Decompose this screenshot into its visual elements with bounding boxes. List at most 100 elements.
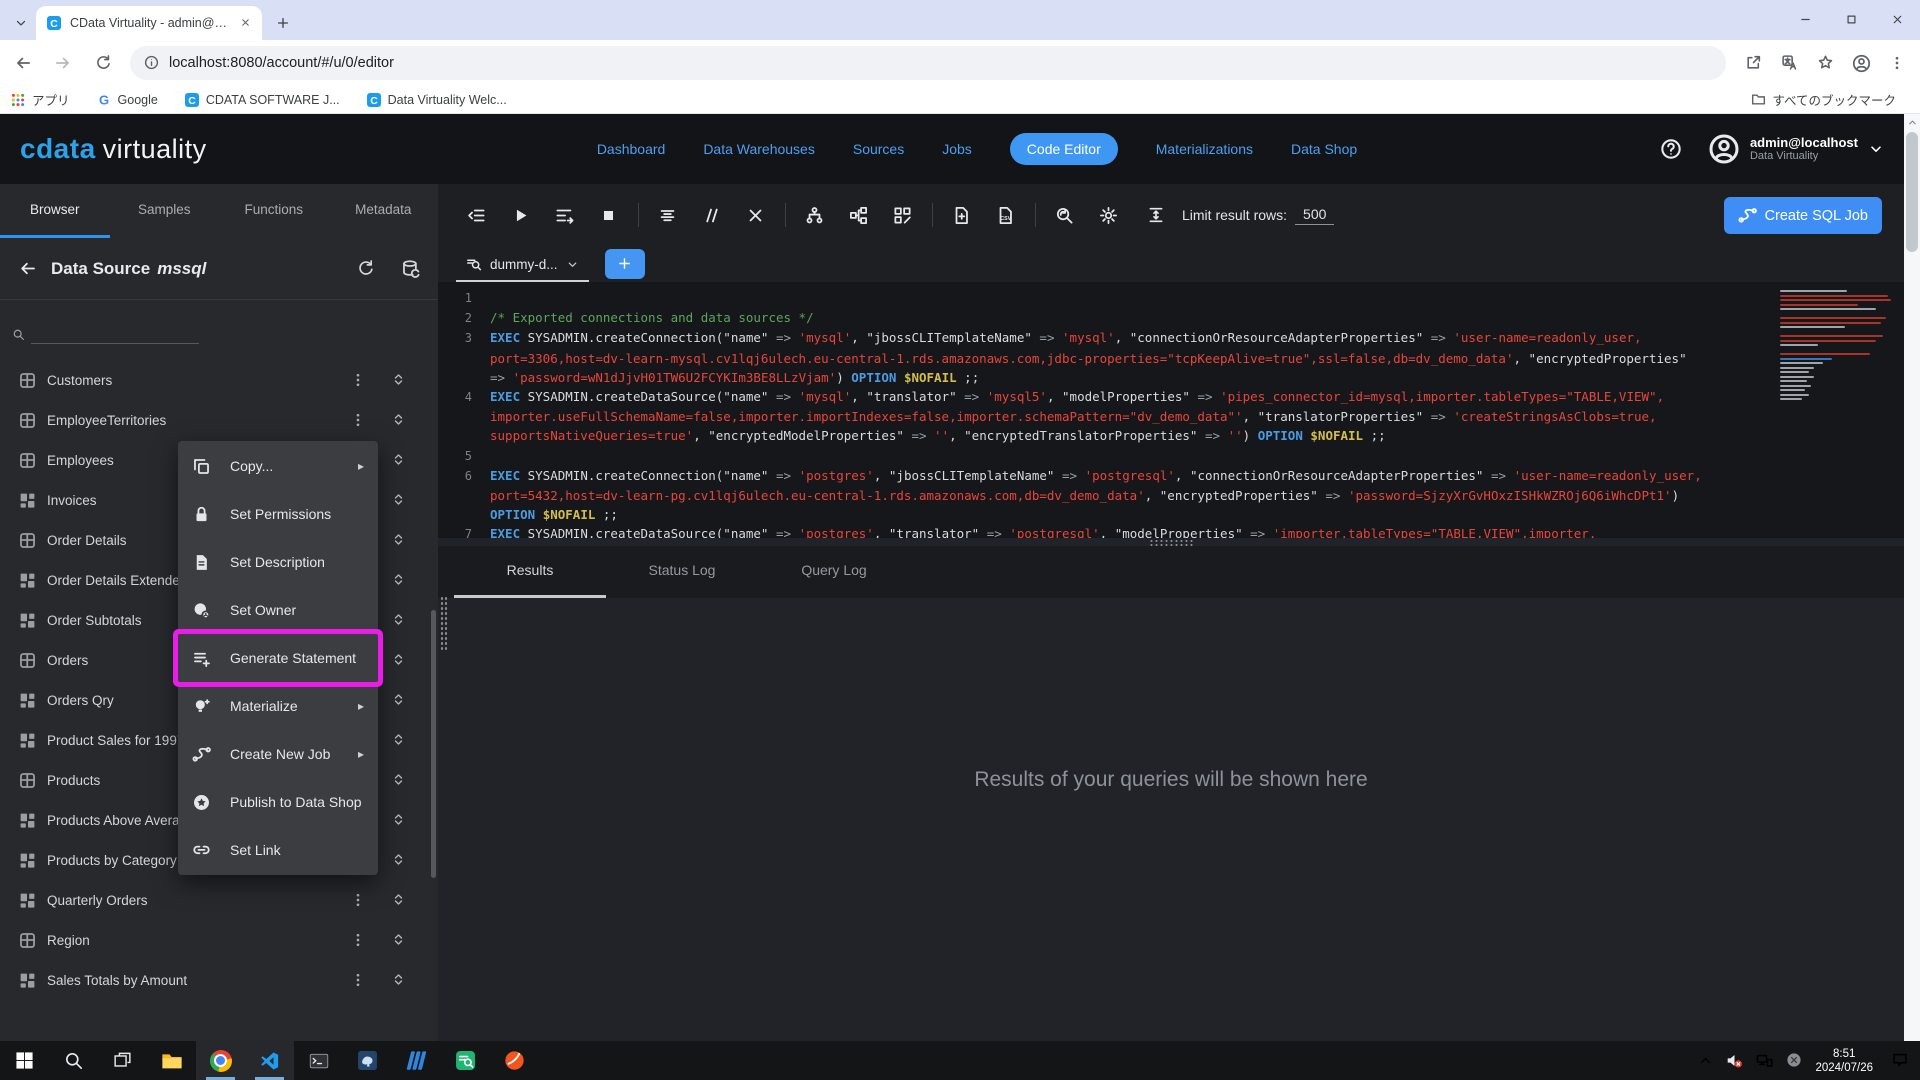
item-unfold-icon[interactable] [391, 891, 406, 909]
run-selection-icon[interactable] [546, 197, 582, 233]
bookmark-google[interactable]: GGoogle [96, 92, 158, 108]
item-unfold-icon[interactable] [391, 691, 406, 709]
sidebar-tab-samples[interactable]: Samples [110, 184, 220, 238]
menu-item-generate-statement[interactable]: Generate Statement [178, 634, 378, 682]
vertical-splitter-handle[interactable] [440, 596, 448, 650]
item-unfold-icon[interactable] [391, 651, 406, 669]
taskbar-vscode-icon[interactable] [245, 1041, 294, 1080]
menu-item-set-owner[interactable]: Set Owner [178, 586, 378, 634]
sidebar-search[interactable] [0, 300, 438, 352]
notifications-icon[interactable] [1892, 1052, 1908, 1070]
item-unfold-icon[interactable] [391, 611, 406, 629]
translate-icon[interactable] [1774, 48, 1804, 78]
refresh-icon[interactable] [86, 46, 120, 80]
item-kebab-icon[interactable] [350, 371, 366, 389]
code-editor[interactable]: 12/* Exported connections and data sourc… [438, 282, 1904, 538]
sidebar-tab-functions[interactable]: Functions [219, 184, 329, 238]
item-unfold-icon[interactable] [391, 851, 406, 869]
item-unfold-icon[interactable] [391, 811, 406, 829]
forward-icon[interactable] [46, 46, 80, 80]
page-scrollbar[interactable] [1904, 114, 1920, 1041]
taskbar-task-view-icon[interactable] [98, 1041, 147, 1080]
item-unfold-icon[interactable] [391, 731, 406, 749]
item-unfold-icon[interactable] [391, 411, 406, 429]
item-unfold-icon[interactable] [391, 771, 406, 789]
share-icon[interactable] [1738, 48, 1768, 78]
item-unfold-icon[interactable] [391, 531, 406, 549]
taskbar-pgadmin-icon[interactable] [343, 1041, 392, 1080]
create-sql-job-button[interactable]: Create SQL Job [1724, 197, 1882, 234]
edit-plan-icon[interactable] [884, 197, 920, 233]
dependency-tree-icon[interactable] [796, 197, 832, 233]
tab-chevron-down-icon[interactable] [566, 257, 579, 272]
bookmark-cdata-software-j[interactable]: CCDATA SOFTWARE J... [184, 92, 340, 108]
window-close-button[interactable] [1874, 0, 1920, 40]
bookmark-star-icon[interactable] [1810, 48, 1840, 78]
account-menu[interactable]: admin@localhost Data Virtuality [1708, 133, 1884, 165]
status-circle-icon[interactable] [1786, 1052, 1802, 1070]
editor-tab[interactable]: dummy-d... [456, 248, 589, 280]
taskbar-orange-app-icon[interactable] [490, 1041, 539, 1080]
tab-close-icon[interactable] [236, 14, 254, 32]
taskbar-chrome-icon[interactable] [196, 1041, 245, 1080]
help-icon[interactable] [1656, 134, 1686, 164]
nav-dashboard[interactable]: Dashboard [597, 141, 666, 157]
tab-search-chevron-icon[interactable] [6, 6, 36, 40]
item-kebab-icon[interactable] [350, 891, 366, 909]
all-bookmarks-button[interactable]: すべてのブックマーク [1751, 90, 1910, 109]
list-item-sales-totals-by-amount[interactable]: Sales Totals by Amount [0, 960, 438, 1000]
profile-avatar-icon[interactable] [1846, 48, 1876, 78]
window-maximize-button[interactable] [1828, 0, 1874, 40]
app-logo[interactable]: cdata virtuality [20, 133, 350, 165]
menu-item-set-link[interactable]: Set Link [178, 826, 378, 874]
browser-tab[interactable]: C CData Virtuality - admin@locall [36, 6, 262, 40]
tray-expand-icon[interactable] [1698, 1052, 1713, 1070]
splitter-handle[interactable] [1149, 539, 1193, 546]
new-file-icon[interactable] [943, 197, 979, 233]
page-scrollbar-thumb[interactable] [1906, 132, 1918, 252]
results-tab-query-log[interactable]: Query Log [758, 546, 910, 598]
horizontal-splitter[interactable] [438, 538, 1904, 546]
menu-item-create-new-job[interactable]: Create New Job▸ [178, 730, 378, 778]
results-tab-results[interactable]: Results [454, 546, 606, 598]
nav-code-editor[interactable]: Code Editor [1010, 133, 1118, 165]
nav-sources[interactable]: Sources [853, 141, 904, 157]
sidebar-tab-metadata[interactable]: Metadata [329, 184, 439, 238]
item-unfold-icon[interactable] [391, 491, 406, 509]
database-sync-icon[interactable] [401, 259, 420, 278]
run-icon[interactable] [502, 197, 538, 233]
limit-value-input[interactable]: 500 [1295, 206, 1334, 225]
network-icon[interactable] [1756, 1052, 1773, 1070]
menu-item-copy[interactable]: Copy...▸ [178, 442, 378, 490]
list-item-customers[interactable]: Customers [0, 360, 438, 400]
taskbar-blue-layers-app-icon[interactable] [392, 1041, 441, 1080]
window-minimize-button[interactable] [1782, 0, 1828, 40]
refresh-source-icon[interactable] [357, 259, 375, 278]
export-csv-icon[interactable]: CSV [987, 197, 1023, 233]
menu-item-set-permissions[interactable]: Set Permissions [178, 490, 378, 538]
format-icon[interactable] [649, 197, 685, 233]
scroll-up-icon[interactable] [1904, 114, 1920, 130]
stop-icon[interactable] [590, 197, 626, 233]
menu-item-publish-to-data-shop[interactable]: Publish to Data Shop [178, 778, 378, 826]
list-item-region[interactable]: Region [0, 920, 438, 960]
bookmark-data-virtuality-welc[interactable]: CData Virtuality Welc... [366, 92, 507, 108]
list-item-employeeterritories[interactable]: EmployeeTerritories [0, 400, 438, 440]
item-unfold-icon[interactable] [391, 371, 406, 389]
back-icon[interactable] [6, 46, 40, 80]
taskbar-clock[interactable]: 8:51 2024/07/26 [1815, 1047, 1873, 1075]
row-limit-icon[interactable] [1138, 197, 1174, 233]
address-bar[interactable]: localhost:8080/account/#/u/0/editor [130, 46, 1726, 80]
volume-muted-icon[interactable] [1726, 1052, 1743, 1070]
nav-data-shop[interactable]: Data Shop [1291, 141, 1357, 157]
minimap[interactable] [1780, 290, 1892, 403]
item-kebab-icon[interactable] [350, 411, 366, 429]
back-arrow-icon[interactable] [18, 259, 37, 278]
find-replace-icon[interactable] [1046, 197, 1082, 233]
settings-icon[interactable] [1090, 197, 1126, 233]
clear-icon[interactable] [737, 197, 773, 233]
item-unfold-icon[interactable] [391, 571, 406, 589]
data-lineage-icon[interactable] [840, 197, 876, 233]
taskbar-search-icon[interactable] [49, 1041, 98, 1080]
site-info-icon[interactable] [144, 54, 159, 72]
